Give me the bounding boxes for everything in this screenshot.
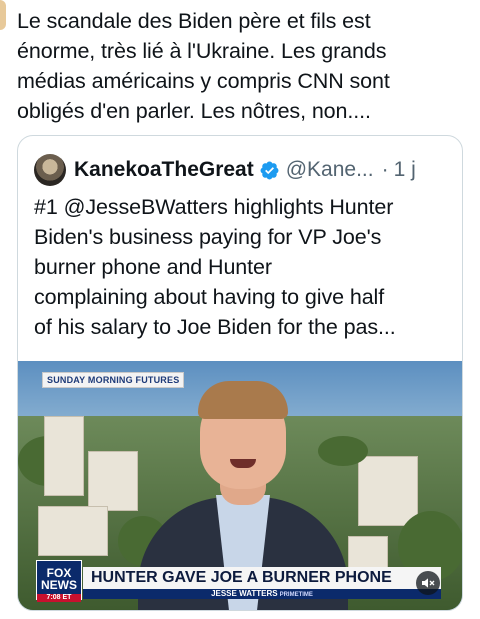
quoted-author-avatar[interactable] bbox=[34, 154, 66, 186]
quoted-tweet-time[interactable]: 1 j bbox=[394, 158, 416, 182]
lower-third: FOX NEWS 7:08 ET HUNTER GAVE JOE A BURNE… bbox=[36, 560, 456, 602]
quoted-tweet-header: KanekoaTheGreat @Kane... · 1 j bbox=[34, 152, 450, 188]
video-player[interactable]: SUNDAY MORNING FUTURES FOX NEWS 7:08 ET … bbox=[18, 361, 462, 610]
quoted-author-name[interactable]: KanekoaTheGreat bbox=[74, 158, 254, 182]
tweet-line: médias américains y compris CNN sont bbox=[17, 69, 390, 93]
fox-news-logo: FOX NEWS 7:08 ET bbox=[36, 560, 82, 602]
quote-line: Biden's business paying for VP Joe's bbox=[34, 225, 382, 249]
video-subline: JESSE WATTERS PRIMETIME bbox=[83, 589, 441, 599]
tweet-line: énorme, très lié à l'Ukraine. Les grands bbox=[17, 39, 387, 63]
mute-button[interactable] bbox=[416, 571, 440, 595]
quote-line: burner phone and Hunter bbox=[34, 255, 272, 279]
video-headline: HUNTER GAVE JOE A BURNER PHONE bbox=[83, 567, 441, 589]
quote-line: #1 @JesseBWatters highlights Hunter bbox=[34, 195, 394, 219]
tweet-text: Le scandale des Biden père et fils est é… bbox=[17, 6, 467, 126]
quote-line: complaining about having to give half bbox=[34, 285, 385, 309]
tweet-line: obligés d'en parler. Les nôtres, non.... bbox=[17, 99, 371, 123]
tweet-line: Le scandale des Biden père et fils est bbox=[17, 9, 371, 33]
verified-badge-icon bbox=[260, 161, 279, 179]
quoted-tweet-card[interactable]: KanekoaTheGreat @Kane... · 1 j #1 @Jesse… bbox=[17, 135, 463, 611]
quoted-tweet-text: #1 @JesseBWatters highlights Hunter Bide… bbox=[34, 192, 454, 342]
quote-line: of his salary to Joe Biden for the pas..… bbox=[34, 315, 396, 339]
speaker-muted-icon bbox=[422, 578, 435, 588]
separator-dot: · bbox=[381, 158, 389, 181]
quoted-author-handle[interactable]: @Kane... bbox=[286, 158, 374, 182]
avatar-edge[interactable] bbox=[0, 0, 6, 30]
